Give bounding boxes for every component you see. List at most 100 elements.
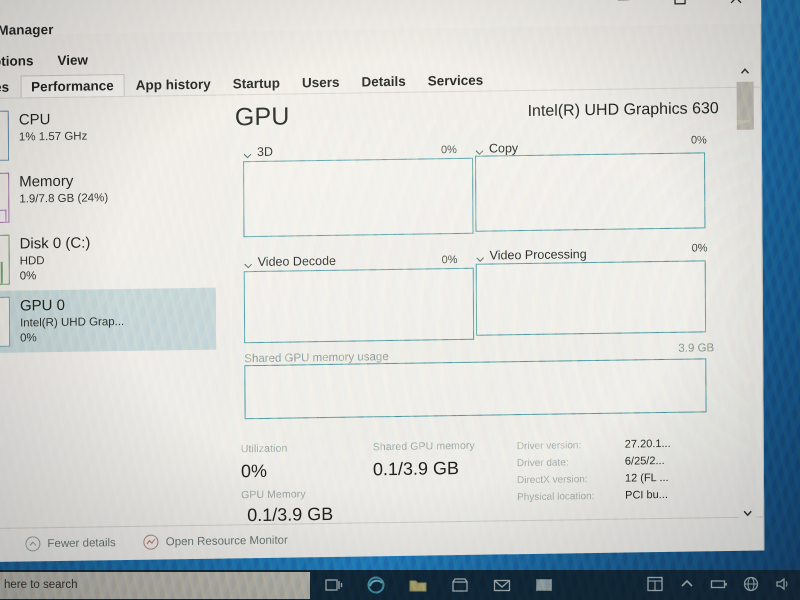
sidebar-item-sub: 1% 1.57 GHz xyxy=(18,130,88,144)
sidebar-item-label: GPU 0 xyxy=(19,296,66,315)
scroll-up-arrow-icon[interactable] xyxy=(736,62,753,80)
sidebar-item-label: CPU xyxy=(18,111,51,129)
directx-version-label: DirectX version: xyxy=(516,474,588,487)
minimize-button[interactable] xyxy=(611,0,637,14)
tab-startup[interactable]: Startup xyxy=(222,71,291,95)
taskbar-pinned-icons xyxy=(324,575,554,595)
graph-header-video-processing[interactable]: Video Processing xyxy=(476,247,587,263)
sidebar-item-label: Memory xyxy=(19,172,74,191)
chevron-down-icon xyxy=(244,259,253,268)
tab-app-history[interactable]: App history xyxy=(125,73,222,97)
window-controls xyxy=(611,0,749,14)
edge-browser-icon[interactable] xyxy=(366,575,386,595)
system-tray xyxy=(646,575,794,595)
scroll-down-arrow-icon[interactable] xyxy=(739,504,756,522)
graph-percent-copy: 0% xyxy=(690,134,707,147)
resource-monitor-icon xyxy=(143,534,159,550)
shared-memory-label: Shared GPU memory xyxy=(372,439,475,454)
page-title: GPU xyxy=(234,102,290,132)
sidebar-item-sub2: 0% xyxy=(19,269,37,283)
fewer-details-button[interactable]: Fewer details xyxy=(25,535,116,552)
sidebar-item-sub: Intel(R) UHD Grap... xyxy=(20,315,125,330)
fewer-details-label: Fewer details xyxy=(47,536,116,550)
mail-icon[interactable] xyxy=(492,575,512,595)
sidebar-item-cpu[interactable]: CPU 1% 1.57 GHz xyxy=(0,102,215,168)
windows-taskbar: here to search xyxy=(0,570,800,600)
memory-mini-graph xyxy=(0,172,10,224)
volume-icon[interactable] xyxy=(774,575,794,595)
menu-bar: Options View xyxy=(0,52,88,69)
open-resource-monitor-button[interactable]: Open Resource Monitor xyxy=(143,533,288,550)
gpu-memory-label: GPU Memory xyxy=(241,488,306,502)
scrollbar-thumb[interactable] xyxy=(736,81,754,130)
sidebar-item-sub: HDD xyxy=(19,254,45,268)
sidebar-item-sub: 1.9/7.8 GB (24%) xyxy=(19,191,109,206)
disk-mini-graph xyxy=(0,234,10,286)
graph-video-decode xyxy=(243,267,475,344)
close-button[interactable] xyxy=(723,0,749,12)
tray-app-icon[interactable] xyxy=(646,575,666,595)
graph-header-video-decode[interactable]: Video Decode xyxy=(244,254,336,269)
sidebar-item-disk[interactable]: Disk 0 (C:) HDD 0% xyxy=(0,226,216,292)
driver-date-label: Driver date: xyxy=(516,457,569,470)
graph-shared-memory xyxy=(244,358,707,420)
graph-copy xyxy=(475,152,706,232)
taskbar-search-input[interactable]: here to search xyxy=(0,571,310,599)
graph-percent-3d: 0% xyxy=(440,144,457,157)
menu-item-options[interactable]: Options xyxy=(0,53,33,69)
tab-processes[interactable]: esses xyxy=(0,76,20,100)
footer-bar: Fewer details Open Resource Monitor xyxy=(25,533,288,552)
chevron-down-icon xyxy=(476,252,485,262)
graph-label: Video Processing xyxy=(489,247,587,263)
sidebar-item-label: Disk 0 (C:) xyxy=(19,234,91,253)
graph-label: 3D xyxy=(256,144,274,159)
sidebar-item-gpu[interactable]: GPU 0 Intel(R) UHD Grap... 0% xyxy=(0,287,217,354)
tab-details[interactable]: Details xyxy=(350,70,416,94)
show-hidden-icons-chevron-icon[interactable] xyxy=(678,575,698,595)
graph-percent-video-processing: 0% xyxy=(691,242,708,255)
chevron-up-circle-icon xyxy=(25,536,41,552)
utilization-value: 0% xyxy=(240,460,268,482)
task-view-icon[interactable] xyxy=(324,575,344,595)
tab-services[interactable]: Services xyxy=(417,68,495,92)
cpu-mini-graph xyxy=(0,110,10,162)
sidebar-item-memory[interactable]: Memory 1.9/7.8 GB (24%) xyxy=(0,164,215,230)
graph-header-3d[interactable]: 3D xyxy=(243,145,273,159)
vertical-scrollbar[interactable] xyxy=(736,61,757,522)
title-bar: sk Manager xyxy=(0,0,762,38)
directx-version-value: 12 (FL ... xyxy=(624,471,669,485)
search-placeholder: here to search xyxy=(4,579,78,591)
maximize-button[interactable] xyxy=(667,0,693,13)
tab-users[interactable]: Users xyxy=(291,71,351,95)
network-icon[interactable] xyxy=(742,575,762,595)
gpu-mini-graph xyxy=(0,296,11,348)
gpu-device-name: Intel(R) UHD Graphics 630 xyxy=(527,100,719,120)
driver-version-label: Driver version: xyxy=(516,440,582,453)
shared-memory-graph-max: 3.9 GB xyxy=(678,342,715,355)
photo-of-screen: sk Manager Options View xyxy=(0,0,800,600)
performance-sidebar: CPU 1% 1.57 GHz Memory 1.9/7.8 GB (24%) xyxy=(0,102,217,354)
shared-memory-value: 0.1/3.9 GB xyxy=(372,458,460,480)
tab-performance[interactable]: Performance xyxy=(20,73,125,99)
sidebar-item-sub2: 0% xyxy=(20,331,37,345)
utilization-label: Utilization xyxy=(240,442,288,456)
graph-label: Copy xyxy=(488,141,519,156)
physical-location-value: PCI bu... xyxy=(625,488,668,502)
graph-video-processing xyxy=(475,260,707,336)
monitor-content: sk Manager Options View xyxy=(0,0,790,587)
store-icon[interactable] xyxy=(450,575,470,595)
task-manager-window: sk Manager Options View xyxy=(0,0,765,563)
driver-date-value: 6/25/2... xyxy=(624,454,665,468)
graph-header-copy[interactable]: Copy xyxy=(475,141,518,156)
driver-version-value: 27.20.1... xyxy=(624,437,671,451)
battery-icon[interactable] xyxy=(710,575,730,595)
file-explorer-icon[interactable] xyxy=(408,575,428,595)
chevron-down-icon xyxy=(243,149,252,158)
graph-3d xyxy=(243,157,474,238)
menu-item-view[interactable]: View xyxy=(57,52,88,67)
chevron-down-icon xyxy=(475,145,484,155)
physical-location-label: Physical location: xyxy=(517,491,595,504)
task-manager-taskbar-icon[interactable] xyxy=(534,575,554,595)
graph-label: Video Decode xyxy=(257,253,337,270)
open-resource-monitor-label: Open Resource Monitor xyxy=(165,534,288,548)
